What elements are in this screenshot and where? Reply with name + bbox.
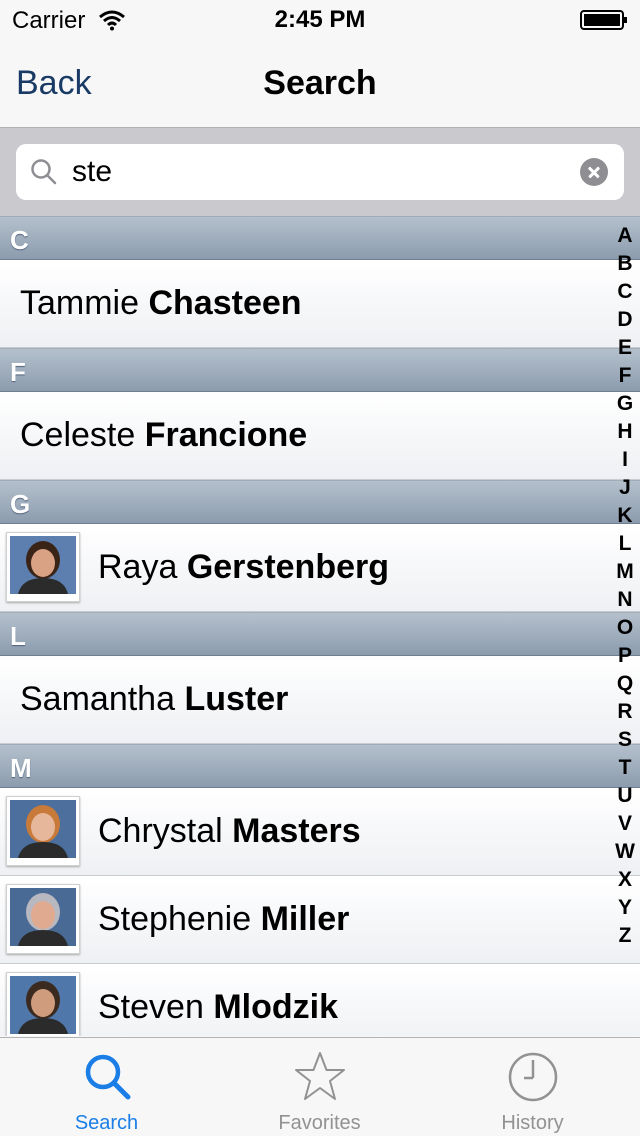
star-icon bbox=[295, 1052, 345, 1100]
battery-icon bbox=[580, 10, 627, 30]
tab-label: Favorites bbox=[278, 1112, 361, 1134]
contact-row[interactable]: Raya Gerstenberg bbox=[0, 524, 640, 612]
last-name: Masters bbox=[232, 812, 361, 850]
index-letter-o[interactable]: O bbox=[610, 614, 640, 642]
index-letter-w[interactable]: W bbox=[610, 838, 640, 866]
index-letter-z[interactable]: Z bbox=[610, 922, 640, 950]
last-name: Mlodzik bbox=[213, 988, 338, 1026]
page-title: Search bbox=[263, 64, 377, 102]
last-name: Miller bbox=[260, 900, 350, 938]
section-letter: C bbox=[10, 225, 29, 255]
index-letter-n[interactable]: N bbox=[610, 586, 640, 614]
index-letter-j[interactable]: J bbox=[610, 474, 640, 502]
last-name: Francione bbox=[144, 416, 308, 454]
avatar bbox=[6, 884, 80, 954]
section-index[interactable]: ABCDEFGHIJKLMNOPQRSTUVWXYZ bbox=[610, 222, 640, 952]
index-letter-t[interactable]: T bbox=[610, 754, 640, 782]
index-letter-u[interactable]: U bbox=[610, 782, 640, 810]
index-letter-k[interactable]: K bbox=[610, 502, 640, 530]
index-letter-f[interactable]: F bbox=[610, 362, 640, 390]
index-letter-b[interactable]: B bbox=[610, 250, 640, 278]
avatar bbox=[6, 796, 80, 866]
index-letter-d[interactable]: D bbox=[610, 306, 640, 334]
index-letter-x[interactable]: X bbox=[610, 866, 640, 894]
section-header-c: C bbox=[0, 216, 640, 260]
section-header-m: M bbox=[0, 744, 640, 788]
index-letter-c[interactable]: C bbox=[610, 278, 640, 306]
index-letter-v[interactable]: V bbox=[610, 810, 640, 838]
search-field[interactable] bbox=[16, 144, 624, 200]
section-header-l: L bbox=[0, 612, 640, 656]
avatar bbox=[6, 532, 80, 602]
index-letter-g[interactable]: G bbox=[610, 390, 640, 418]
index-letter-m[interactable]: M bbox=[610, 558, 640, 586]
contact-row[interactable]: Chrystal Masters bbox=[0, 788, 640, 876]
contact-name: Chrystal Masters bbox=[98, 812, 361, 851]
clear-search-button[interactable] bbox=[580, 158, 608, 186]
first-name: Tammie bbox=[20, 284, 140, 322]
last-name: Gerstenberg bbox=[186, 548, 390, 586]
contact-name: Samantha Luster bbox=[20, 680, 288, 719]
section-letter: L bbox=[10, 621, 26, 651]
contact-row[interactable]: Celeste Francione bbox=[0, 392, 640, 480]
contact-name: Steven Mlodzik bbox=[98, 988, 338, 1027]
index-letter-p[interactable]: P bbox=[610, 642, 640, 670]
index-letter-e[interactable]: E bbox=[610, 334, 640, 362]
tab-label: Search bbox=[74, 1112, 139, 1134]
last-name: Luster bbox=[184, 680, 289, 718]
section-letter: M bbox=[10, 753, 32, 783]
first-name: Steven bbox=[98, 988, 204, 1026]
index-letter-i[interactable]: I bbox=[610, 446, 640, 474]
contact-row[interactable]: Stephenie Miller bbox=[0, 876, 640, 964]
contact-name: Raya Gerstenberg bbox=[98, 548, 389, 587]
avatar bbox=[6, 972, 80, 1036]
section-letter: G bbox=[10, 489, 31, 519]
index-letter-r[interactable]: R bbox=[610, 698, 640, 726]
search-input[interactable] bbox=[72, 152, 572, 192]
first-name: Raya bbox=[98, 548, 178, 586]
contact-name: Tammie Chasteen bbox=[20, 284, 302, 323]
search-icon bbox=[85, 1054, 131, 1100]
index-letter-h[interactable]: H bbox=[610, 418, 640, 446]
search-bar bbox=[0, 128, 640, 216]
index-letter-s[interactable]: S bbox=[610, 726, 640, 754]
section-header-g: G bbox=[0, 480, 640, 524]
index-letter-l[interactable]: L bbox=[610, 530, 640, 558]
contact-name: Celeste Francione bbox=[20, 416, 307, 455]
index-letter-q[interactable]: Q bbox=[610, 670, 640, 698]
status-bar: Carrier 2:45 PM bbox=[0, 0, 640, 40]
tab-history[interactable]: History bbox=[426, 1038, 639, 1136]
back-button[interactable]: Back bbox=[16, 64, 92, 103]
section-header-f: F bbox=[0, 348, 640, 392]
last-name: Chasteen bbox=[148, 284, 302, 322]
index-letter-y[interactable]: Y bbox=[610, 894, 640, 922]
index-letter-a[interactable]: A bbox=[610, 222, 640, 250]
tab-favorites[interactable]: Favorites bbox=[213, 1038, 426, 1136]
first-name: Stephenie bbox=[98, 900, 252, 938]
status-time: 2:45 PM bbox=[274, 6, 366, 33]
clock-icon bbox=[508, 1052, 558, 1102]
navigation-bar: Back Search bbox=[0, 40, 640, 128]
first-name: Samantha bbox=[20, 680, 175, 718]
tab-bar: Search Favorites History bbox=[0, 1037, 640, 1136]
first-name: Chrystal bbox=[98, 812, 223, 850]
first-name: Celeste bbox=[20, 416, 136, 454]
contact-row[interactable]: Tammie Chasteen bbox=[0, 260, 640, 348]
section-letter: F bbox=[10, 357, 26, 387]
search-icon bbox=[31, 159, 57, 185]
contact-row[interactable]: Samantha Luster bbox=[0, 656, 640, 744]
contact-name: Stephenie Miller bbox=[98, 900, 349, 939]
contact-row[interactable]: Steven Mlodzik bbox=[0, 964, 640, 1036]
search-results-list: C Tammie Chasteen F Celeste Francione G Raya … bbox=[0, 216, 640, 1036]
tab-label: History bbox=[501, 1112, 564, 1134]
tab-search[interactable]: Search bbox=[0, 1038, 213, 1136]
